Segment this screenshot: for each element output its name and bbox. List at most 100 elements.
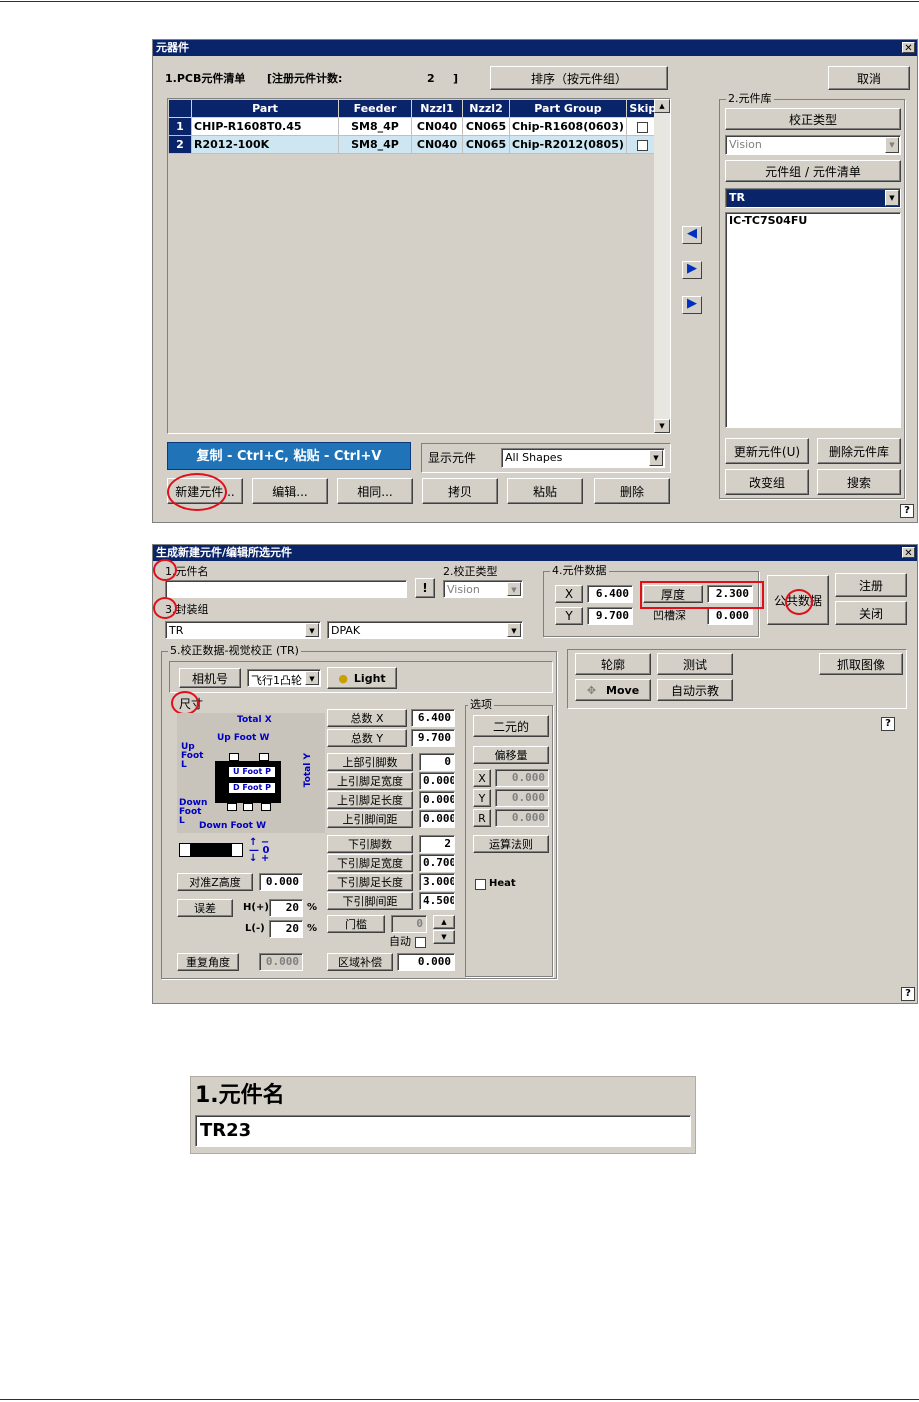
help-icon[interactable]: ? (901, 987, 915, 1001)
help-icon[interactable]: ? (900, 504, 914, 518)
cell-part-group[interactable]: Chip-R1608(0603) (509, 117, 627, 136)
scroll-down-icon[interactable]: ▼ (654, 419, 670, 433)
paste-button[interactable]: 粘贴 (507, 478, 583, 504)
copy-button[interactable]: 拷贝 (422, 478, 498, 504)
bang-button[interactable]: ! (415, 578, 435, 598)
cell-nzzl2[interactable]: CN065 (462, 117, 510, 136)
col-header-part[interactable]: Part (191, 99, 339, 118)
close-icon[interactable]: ✕ (902, 42, 915, 54)
cell-nzzl1[interactable]: CN040 (411, 117, 463, 136)
pin (261, 803, 271, 811)
camera-select[interactable]: 飞行1凸轮 ▼ (247, 669, 321, 687)
part-name-zoom: 1.元件名 TR23 (190, 1076, 696, 1154)
move-button[interactable]: ✥ Move (575, 679, 651, 701)
library-part-list[interactable]: IC-TC7S04FU (725, 212, 901, 428)
table-scrollbar[interactable]: ▲ ▼ (654, 99, 670, 433)
field-value-total-x[interactable]: 6.400 (411, 709, 455, 727)
algorithm-button[interactable]: 运算法则 (473, 835, 549, 853)
field-value-lower-foot-width[interactable]: 0.700 (419, 854, 455, 872)
chevron-down-icon[interactable]: ▼ (305, 623, 319, 637)
highlight-marker (785, 589, 813, 615)
groove-value[interactable]: 0.000 (707, 607, 753, 625)
x-value[interactable]: 6.400 (587, 585, 633, 603)
chevron-down-icon[interactable]: ▼ (305, 671, 319, 685)
zoom-part-name-input[interactable]: TR23 (195, 1115, 691, 1147)
cancel-button[interactable]: 取消 (828, 66, 910, 90)
field-value-lower-pitch[interactable]: 4.500 (419, 892, 455, 910)
same-button[interactable]: 相同... (337, 478, 413, 504)
sort-button[interactable]: 排序（按元件组） (490, 66, 668, 90)
calib-type-header: 校正类型 (725, 108, 901, 130)
camera-label: 相机号 (179, 668, 241, 688)
test-button[interactable]: 测试 (657, 653, 733, 675)
area-comp-value[interactable]: 0.000 (397, 953, 455, 971)
chevron-down-icon[interactable]: ▼ (507, 623, 521, 637)
show-parts-select[interactable]: All Shapes ▼ (501, 448, 665, 468)
field-value-upper-foot-length[interactable]: 0.000 (419, 791, 455, 809)
scroll-up-icon[interactable]: ▲ (654, 99, 670, 113)
arrow-left-icon[interactable]: ◀ (682, 226, 702, 244)
package-group-select[interactable]: TR ▼ (165, 621, 321, 639)
auto-checkbox[interactable] (415, 937, 426, 948)
binary-button[interactable]: 二元的 (473, 715, 549, 737)
light-button[interactable]: ● Light (327, 667, 397, 689)
library-group-select[interactable]: TR ▼ (725, 188, 901, 208)
chevron-down-icon[interactable]: ▼ (885, 190, 899, 206)
pin (227, 803, 237, 811)
help-icon[interactable]: ? (881, 717, 895, 731)
update-part-button[interactable]: 更新元件(U) (725, 438, 809, 464)
field-value-total-y[interactable]: 9.700 (411, 729, 455, 747)
list-item[interactable]: IC-TC7S04FU (729, 214, 897, 228)
heat-checkbox[interactable] (475, 879, 486, 890)
search-button[interactable]: 搜索 (817, 469, 901, 495)
field-value-upper-foot-width[interactable]: 0.000 (419, 772, 455, 790)
field-value-lower-foot-length[interactable]: 3.000 (419, 873, 455, 891)
offset-button[interactable]: 偏移量 (473, 746, 549, 764)
table-row[interactable]: 1 CHIP-R1608T0.45 SM8_4P CN040 CN065 Chi… (168, 117, 660, 136)
col-header-feeder[interactable]: Feeder (338, 99, 412, 118)
part-name-input[interactable] (165, 580, 407, 598)
auto-teach-button[interactable]: 自动示教 (657, 679, 733, 701)
cell-nzzl2[interactable]: CN065 (462, 135, 510, 154)
outline-button[interactable]: 轮廓 (575, 653, 651, 675)
close-button[interactable]: 关闭 (835, 601, 907, 625)
delete-library-button[interactable]: 删除元件库 (817, 438, 901, 464)
field-value-upper-pins[interactable]: 0 (419, 753, 455, 771)
cell-nzzl1[interactable]: CN040 (411, 135, 463, 154)
table-row[interactable]: 2 R2012-100K SM8_4P CN040 CN065 Chip-R20… (168, 135, 660, 154)
register-count-value: 2 (427, 72, 435, 85)
spin-up-icon[interactable]: ▲ (433, 915, 455, 929)
arrow-right-icon[interactable]: ▶ (682, 261, 702, 279)
light-button-label: Light (353, 671, 386, 685)
h-value[interactable]: 20 (269, 899, 303, 917)
cell-part[interactable]: R2012-100K (191, 135, 339, 154)
parts-window-titlebar: 元器件 ✕ (153, 40, 917, 56)
y-value[interactable]: 9.700 (587, 607, 633, 625)
cell-feeder[interactable]: SM8_4P (338, 117, 412, 136)
capture-image-button[interactable]: 抓取图像 (819, 653, 903, 675)
change-group-button[interactable]: 改变组 (725, 469, 809, 495)
page-top-rule (0, 1, 919, 2)
col-header-nzzl2[interactable]: Nzzl2 (462, 99, 510, 118)
cell-part-group[interactable]: Chip-R2012(0805) (509, 135, 627, 154)
package-type-select[interactable]: DPAK ▼ (327, 621, 523, 639)
col-header-nzzl1[interactable]: Nzzl1 (411, 99, 463, 118)
col-header-part-group[interactable]: Part Group (509, 99, 627, 118)
field-value-upper-pitch[interactable]: 0.000 (419, 810, 455, 828)
skip-checkbox[interactable] (637, 139, 649, 151)
arrow-double-right-icon[interactable]: ▶ (682, 296, 702, 314)
register-button[interactable]: 注册 (835, 573, 907, 597)
parts-window: 元器件 ✕ 1.PCB元件清单 [注册元件计数: 2 ] 排序（按元件组） 取消… (152, 39, 918, 523)
chevron-down-icon[interactable]: ▼ (649, 450, 663, 466)
field-value-lower-pins[interactable]: 2 (419, 835, 455, 853)
delete-button[interactable]: 删除 (594, 478, 670, 504)
spin-down-icon[interactable]: ▼ (433, 930, 455, 944)
align-z-value[interactable]: 0.000 (259, 873, 303, 891)
l-value[interactable]: 20 (269, 920, 303, 938)
close-icon[interactable]: ✕ (902, 547, 915, 559)
cell-part[interactable]: CHIP-R1608T0.45 (191, 117, 339, 136)
cell-feeder[interactable]: SM8_4P (338, 135, 412, 154)
skip-checkbox[interactable] (637, 121, 649, 133)
offset-r-value: 0.000 (495, 809, 549, 827)
edit-button[interactable]: 编辑... (252, 478, 328, 504)
